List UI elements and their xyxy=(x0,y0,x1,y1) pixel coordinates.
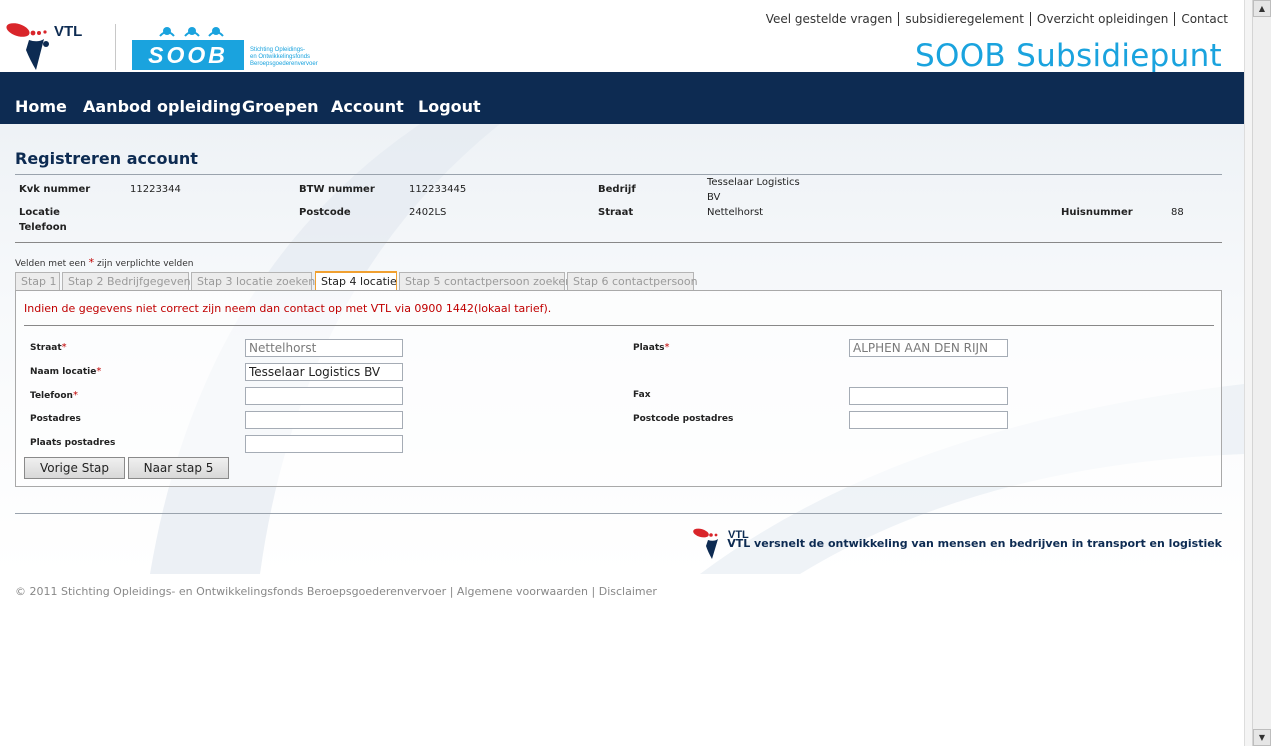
tab-stap-2[interactable]: Stap 2 Bedrijfgegevens xyxy=(62,272,196,290)
scroll-down-arrow-icon[interactable]: ▼ xyxy=(1253,729,1271,746)
header: VTL SOOB Stichting Opleidings- en Ontwik… xyxy=(0,0,1244,75)
footer-copyright-bar: © 2011 Stichting Opleidings- en Ontwikke… xyxy=(15,585,657,598)
telefoon-field-label: Telefoon* xyxy=(30,390,78,401)
required-note-prefix: Velden met een xyxy=(15,259,86,269)
link-subsidieregelement[interactable]: subsidieregelement xyxy=(899,12,1031,26)
postcode-postadres-input[interactable] xyxy=(849,411,1008,429)
postadres-field-label: Postadres xyxy=(30,414,81,424)
btw-value: 112233445 xyxy=(409,184,467,195)
link-disclaimer[interactable]: Disclaimer xyxy=(599,585,657,598)
huisnummer-label: Huisnummer xyxy=(1061,207,1133,218)
soob-subtitle-1: Stichting Opleidings- xyxy=(250,47,305,53)
soob-logo-text: SOOB xyxy=(148,42,228,68)
nav-aanbod-opleiding[interactable]: Aanbod opleiding xyxy=(83,97,241,116)
copyright-text: © 2011 Stichting Opleidings- en Ontwikke… xyxy=(15,585,447,598)
straat-field-label: Straat* xyxy=(30,342,67,353)
postcode-label: Postcode xyxy=(299,207,351,218)
fax-field-label: Fax xyxy=(633,390,651,400)
naam-locatie-label: Naam locatie* xyxy=(30,366,101,377)
plaats-field-label-text: Plaats xyxy=(633,343,665,353)
locatie-label: Locatie xyxy=(19,207,60,218)
footer-tagline: VTL versnelt de ontwikkeling van mensen … xyxy=(727,537,1222,550)
tab-stap-1[interactable]: Stap 1 xyxy=(15,272,60,290)
link-overzicht-opleidingen[interactable]: Overzicht opleidingen xyxy=(1031,12,1176,26)
footer-separator: | xyxy=(591,585,596,598)
straat-field-label-text: Straat xyxy=(30,343,62,353)
telefoon-label: Telefoon xyxy=(19,222,67,233)
previous-step-button[interactable]: Vorige Stap xyxy=(24,457,125,479)
tab-stap-3[interactable]: Stap 3 locatie zoeken xyxy=(191,272,315,290)
main-nav: Home Aanbod opleiding Groepen Account Lo… xyxy=(0,72,1244,124)
bedrijf-value-line2: BV xyxy=(707,192,721,203)
tab-stap-5[interactable]: Stap 5 contactpersoon zoeken xyxy=(399,272,572,290)
huisnummer-value: 88 xyxy=(1171,207,1184,218)
title-divider xyxy=(15,174,1222,175)
plaats-input[interactable] xyxy=(849,339,1008,357)
info-divider xyxy=(15,242,1222,243)
required-star: * xyxy=(96,366,102,377)
naam-locatie-label-text: Naam locatie xyxy=(30,367,97,377)
vtl-logo[interactable]: VTL xyxy=(4,20,109,75)
btw-label: BTW nummer xyxy=(299,184,375,195)
required-star: * xyxy=(72,390,78,401)
straat-label: Straat xyxy=(598,207,634,218)
tab-stap-6[interactable]: Stap 6 contactpersoon xyxy=(567,272,698,290)
nav-account[interactable]: Account xyxy=(331,97,404,116)
required-note-suffix: zijn verplichte velden xyxy=(97,259,194,269)
bedrijf-label: Bedrijf xyxy=(598,184,636,195)
fax-input[interactable] xyxy=(849,387,1008,405)
postcode-value: 2402LS xyxy=(409,207,447,218)
kvk-value: 11223344 xyxy=(130,184,181,195)
plaats-field-label: Plaats* xyxy=(633,342,670,353)
straat-value: Nettelhorst xyxy=(707,207,764,218)
telefoon-field-label-text: Telefoon xyxy=(30,391,73,401)
scroll-up-arrow-icon[interactable]: ▲ xyxy=(1253,0,1271,17)
panel-divider xyxy=(24,325,1214,326)
top-links: Veel gestelde vragen subsidieregelement … xyxy=(760,12,1228,26)
nav-logout[interactable]: Logout xyxy=(418,97,481,116)
required-star: * xyxy=(61,342,67,353)
logo-divider xyxy=(115,24,116,70)
straat-input[interactable] xyxy=(245,339,403,357)
plaats-postadres-label: Plaats postadres xyxy=(30,438,116,448)
next-step-button[interactable]: Naar stap 5 xyxy=(128,457,229,479)
page: VTL SOOB Stichting Opleidings- en Ontwik… xyxy=(0,0,1244,746)
required-note-star: * xyxy=(88,256,95,269)
soob-subtitle-3: Beroepsgoederenvervoer xyxy=(250,61,318,67)
soob-subtitle-2: en Ontwikkelingsfonds xyxy=(250,54,310,60)
bedrijf-value-line1: Tesselaar Logistics xyxy=(707,177,800,188)
error-message: Indien de gegevens niet correct zijn nee… xyxy=(24,302,552,315)
soob-logo[interactable]: SOOB Stichting Opleidings- en Ontwikkeli… xyxy=(130,24,330,72)
vtl-logo-text: VTL xyxy=(54,23,82,40)
footer-separator: | xyxy=(449,585,454,598)
kvk-label: Kvk nummer xyxy=(19,184,91,195)
plaats-postadres-input[interactable] xyxy=(245,435,403,453)
required-star: * xyxy=(664,342,670,353)
naam-locatie-input[interactable] xyxy=(245,363,403,381)
postadres-input[interactable] xyxy=(245,411,403,429)
nav-home[interactable]: Home xyxy=(15,97,67,116)
tab-stap-4[interactable]: Stap 4 locatie xyxy=(315,271,397,290)
required-fields-note: Velden met een * zijn verplichte velden xyxy=(15,256,194,269)
telefoon-input[interactable] xyxy=(245,387,403,405)
page-title: Registreren account xyxy=(15,149,198,168)
link-contact[interactable]: Contact xyxy=(1175,12,1228,26)
link-algemene-voorwaarden[interactable]: Algemene voorwaarden xyxy=(457,585,588,598)
link-faq[interactable]: Veel gestelde vragen xyxy=(760,12,900,26)
postcode-postadres-label: Postcode postadres xyxy=(633,414,734,424)
nav-groepen[interactable]: Groepen xyxy=(242,97,319,116)
form-panel: Indien de gegevens niet correct zijn nee… xyxy=(15,290,1222,487)
vertical-scrollbar[interactable]: ▲ ▼ xyxy=(1252,0,1271,746)
footer-divider xyxy=(15,513,1222,514)
brand-title: SOOB Subsidiepunt xyxy=(915,38,1222,74)
